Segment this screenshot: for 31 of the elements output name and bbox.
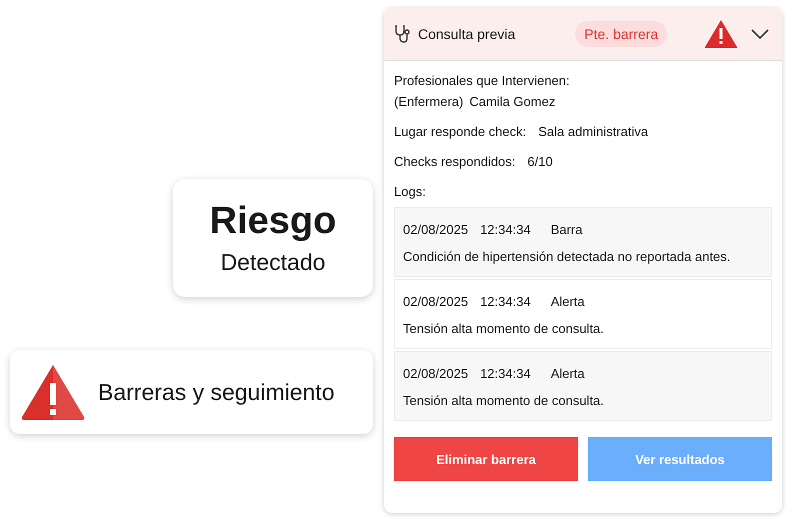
professional-name: Camila Gomez [469,94,556,109]
logs-label: Logs: [394,184,427,199]
collapse-toggle[interactable] [750,28,770,40]
log-time: 12:34:34 [480,366,531,381]
panel-title: Consulta previa [418,26,516,42]
log-type: Alerta [550,366,585,381]
professional-role: (Enfermera) [394,94,464,109]
log-message: Tensión alta momento de consulta. [403,393,605,408]
log-time: 12:34:34 [480,222,531,237]
field-label: Checks respondidos: [394,154,516,169]
barriers-label: Barreras y seguimiento [98,378,334,406]
stethoscope-icon [394,24,412,44]
remove-barrier-button[interactable]: Eliminar barrera [394,437,578,481]
risk-title: Riesgo [210,200,336,243]
field-label: Lugar responde check: [394,124,526,139]
log-type: Barra [550,222,582,237]
warning-icon [704,19,738,49]
status-badge: Pte. barrera [575,21,668,47]
log-date: 02/08/2025 [403,222,468,237]
log-time: 12:34:34 [480,294,531,309]
warning-icon [20,363,86,421]
field-value: Sala administrativa [538,124,648,139]
professionals-label: Profesionales que Intervienen: [394,73,571,88]
view-results-button[interactable]: Ver resultados [588,437,772,481]
log-date: 02/08/2025 [403,294,468,309]
field-value: 6/10 [527,154,553,169]
log-type: Alerta [550,294,585,309]
risk-subtitle: Detectado [220,249,326,276]
log-date: 02/08/2025 [403,366,468,381]
log-message: Tensión alta momento de consulta. [403,321,605,336]
log-message: Condición de hipertensión detectada no reportada antes. [403,249,732,264]
